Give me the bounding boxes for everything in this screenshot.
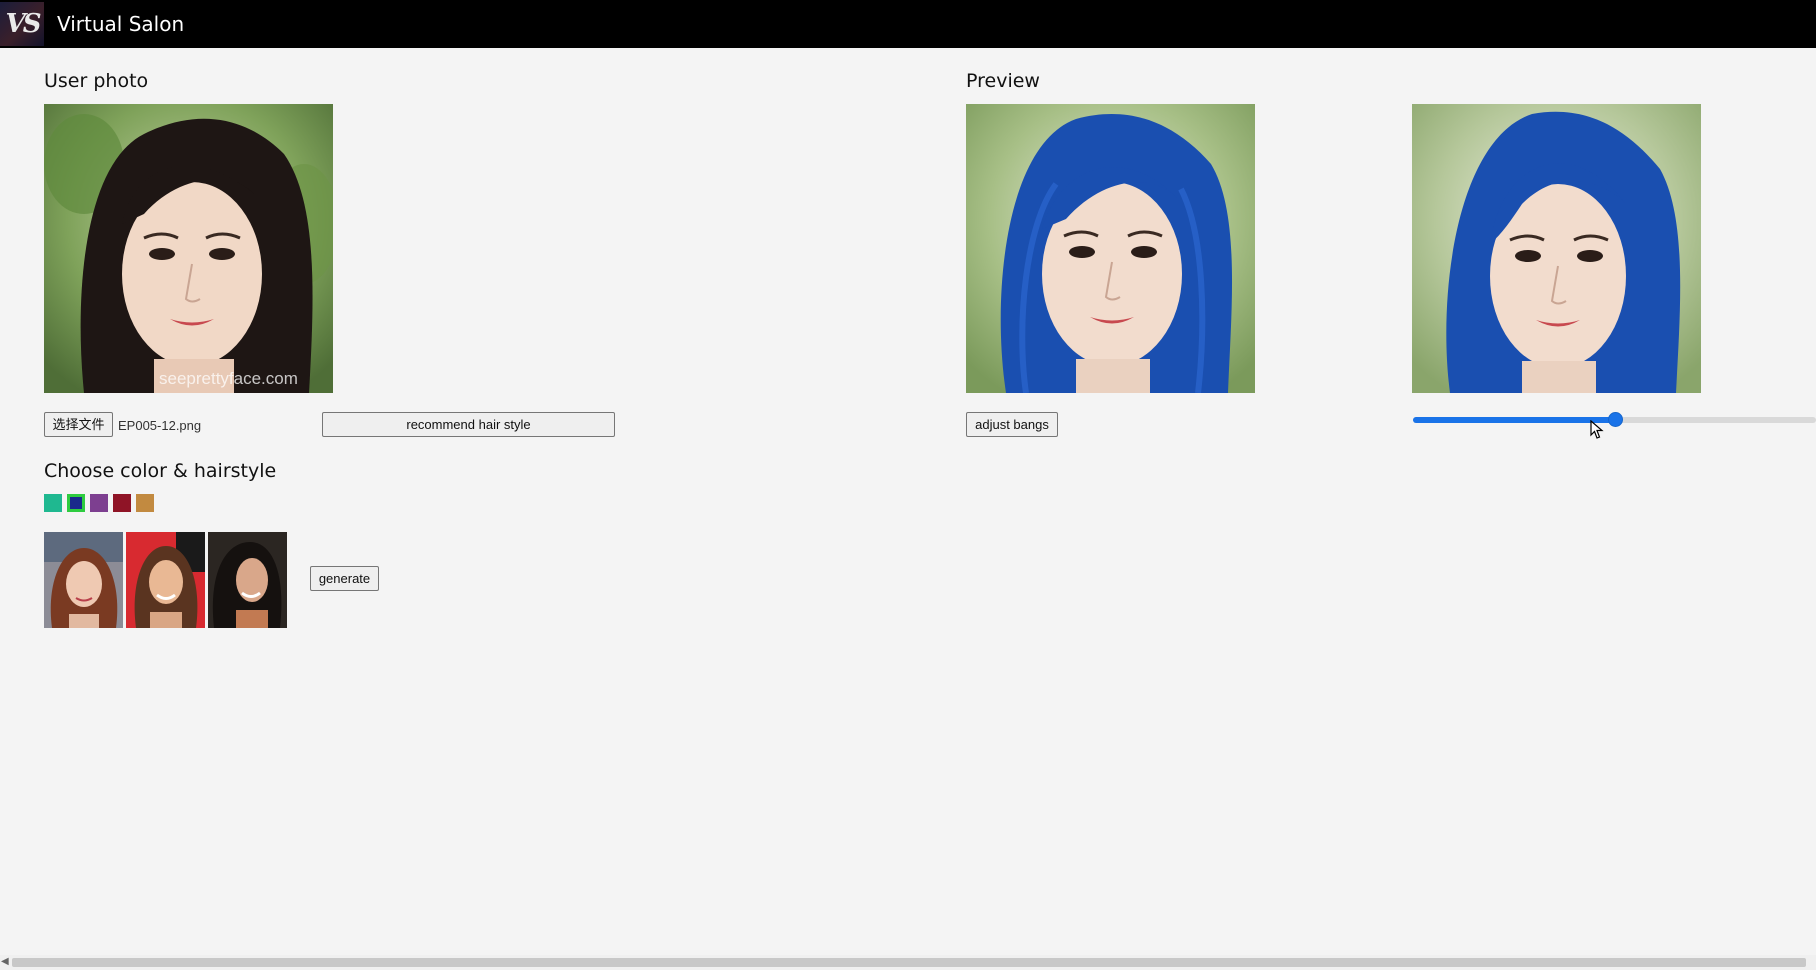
- choose-color-hairstyle-heading: Choose color & hairstyle: [44, 460, 277, 482]
- selected-file-name: EP005-12.png: [118, 418, 202, 433]
- horizontal-scrollbar-thumb[interactable]: [12, 958, 1806, 967]
- choose-file-button[interactable]: 选择文件: [44, 412, 113, 437]
- preview-heading: Preview: [966, 70, 1040, 92]
- color-swatch-purple[interactable]: [90, 494, 108, 512]
- recommend-hair-style-button[interactable]: recommend hair style: [322, 412, 615, 437]
- color-swatch-teal[interactable]: [44, 494, 62, 512]
- bangs-slider-fill: [1413, 417, 1615, 423]
- horizontal-scrollbar[interactable]: ◀: [0, 955, 1816, 970]
- watermark-text: seeprettyface.com: [159, 369, 298, 388]
- hairstyle-thumbnail-2[interactable]: [126, 532, 205, 628]
- color-swatch-navy[interactable]: [67, 494, 85, 512]
- hairstyle-thumbnail-3[interactable]: [208, 532, 287, 628]
- adjust-bangs-button[interactable]: adjust bangs: [966, 412, 1058, 437]
- user-photo-heading: User photo: [44, 70, 149, 92]
- bangs-slider-handle[interactable]: [1608, 412, 1623, 427]
- app-title: Virtual Salon: [57, 12, 185, 36]
- generate-button[interactable]: generate: [310, 566, 379, 591]
- color-swatch-amber[interactable]: [136, 494, 154, 512]
- preview-image-1: [966, 104, 1255, 393]
- top-bar: VS Virtual Salon: [0, 0, 1816, 48]
- app-logo: VS: [0, 2, 44, 46]
- scroll-left-arrow-icon[interactable]: ◀: [1, 956, 9, 967]
- preview-image-2: [1412, 104, 1701, 393]
- hairstyle-thumbnail-1[interactable]: [44, 532, 123, 628]
- user-photo: seeprettyface.com: [44, 104, 333, 393]
- mouse-cursor-icon: [1590, 419, 1604, 445]
- color-swatch-crimson[interactable]: [113, 494, 131, 512]
